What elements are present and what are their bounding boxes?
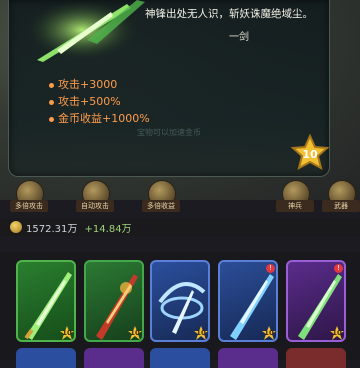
- inventory-item-emerald-sword[interactable]: 10: [16, 260, 76, 342]
- stat-gold-income: 金币收益+1000%: [49, 110, 150, 127]
- inventory-item-purple-sword[interactable]: ! 10: [286, 260, 346, 342]
- star-level-icon: 10: [291, 134, 329, 170]
- inventory-item-ice-sword[interactable]: ! 10: [218, 260, 278, 342]
- level-badge: 10: [193, 325, 208, 340]
- inventory-item-row2[interactable]: [16, 348, 76, 368]
- bullet-icon: [49, 116, 54, 122]
- sword-illustration: [27, 0, 145, 62]
- inventory-item-row2[interactable]: [218, 348, 278, 368]
- weapon-quote: 神锋出处无人识，斩妖诛魔绝域尘。: [145, 8, 313, 20]
- level-badge: 10: [127, 325, 142, 340]
- weapon-button[interactable]: 武器: [322, 180, 360, 214]
- auto-attack-button[interactable]: 自动攻击: [76, 180, 114, 214]
- level-badge: 10: [329, 325, 344, 340]
- bullet-icon: [49, 99, 54, 105]
- gold-rate: +14.84万: [84, 224, 132, 235]
- gold-coin-icon: [10, 221, 22, 233]
- inventory-item-row2[interactable]: [84, 348, 144, 368]
- inventory-item-wind-blade[interactable]: 10: [150, 260, 210, 342]
- faded-hint-text: 宝物可以加速金币: [137, 128, 201, 137]
- weapon-author: 一剑: [229, 32, 249, 43]
- resource-bar: 1572.31万 +14.84万: [0, 218, 360, 236]
- star-level-text: 10: [302, 148, 318, 161]
- divine-weapon-button[interactable]: 神兵: [276, 180, 314, 214]
- stats-list: 攻击+3000 攻击+500% 金币收益+1000%: [49, 76, 150, 127]
- inventory-tabs: [0, 238, 360, 252]
- bullet-icon: [49, 82, 54, 88]
- gold-readout: 1572.31万 +14.84万: [26, 220, 132, 235]
- function-toolbar: 多倍攻击 自动攻击 多倍收益 神兵 武器: [0, 178, 360, 218]
- inventory-grid: 10 10 10 ! 10 ! 10: [0, 252, 360, 368]
- stat-attack-percent: 攻击+500%: [49, 93, 150, 110]
- weapon-detail-panel: 神锋出处无人识，斩妖诛魔绝域尘。 一剑 攻击+3000 攻击+500% 金币收益…: [8, 0, 330, 177]
- level-badge: 10: [261, 325, 276, 340]
- gold-amount: 1572.31万: [26, 224, 78, 235]
- stat-attack: 攻击+3000: [49, 76, 150, 93]
- inventory-item-row2[interactable]: [286, 348, 346, 368]
- inventory-item-red-sword[interactable]: 10: [84, 260, 144, 342]
- level-badge: 10: [59, 325, 74, 340]
- inventory-item-row2[interactable]: [150, 348, 210, 368]
- multi-income-button[interactable]: 多倍收益: [142, 180, 180, 214]
- multi-attack-button[interactable]: 多倍攻击: [10, 180, 48, 214]
